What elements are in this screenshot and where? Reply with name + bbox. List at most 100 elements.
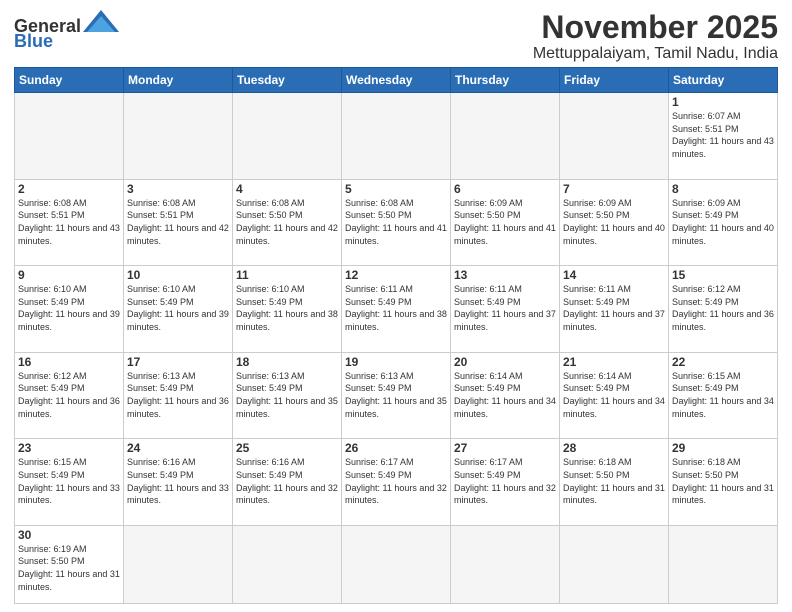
- day-info: Sunrise: 6:15 AMSunset: 5:49 PMDaylight:…: [18, 456, 120, 506]
- day-info: Sunrise: 6:19 AMSunset: 5:50 PMDaylight:…: [18, 543, 120, 593]
- calendar-cell: 3Sunrise: 6:08 AMSunset: 5:51 PMDaylight…: [124, 179, 233, 266]
- calendar-week-row: 16Sunrise: 6:12 AMSunset: 5:49 PMDayligh…: [15, 352, 778, 439]
- day-number: 27: [454, 441, 556, 455]
- day-info: Sunrise: 6:10 AMSunset: 5:49 PMDaylight:…: [127, 283, 229, 333]
- day-info: Sunrise: 6:11 AMSunset: 5:49 PMDaylight:…: [563, 283, 665, 333]
- col-saturday: Saturday: [669, 68, 778, 93]
- header: General Blue November 2025 Mettuppalaiya…: [14, 10, 778, 63]
- day-number: 4: [236, 182, 338, 196]
- calendar-cell: [560, 93, 669, 180]
- day-info: Sunrise: 6:16 AMSunset: 5:49 PMDaylight:…: [127, 456, 229, 506]
- col-thursday: Thursday: [451, 68, 560, 93]
- calendar-cell: 6Sunrise: 6:09 AMSunset: 5:50 PMDaylight…: [451, 179, 560, 266]
- day-number: 23: [18, 441, 120, 455]
- calendar-cell: 25Sunrise: 6:16 AMSunset: 5:49 PMDayligh…: [233, 439, 342, 526]
- calendar-cell: [560, 525, 669, 603]
- logo: General Blue: [14, 10, 119, 52]
- calendar-cell: 12Sunrise: 6:11 AMSunset: 5:49 PMDayligh…: [342, 266, 451, 353]
- logo-blue-text: Blue: [14, 31, 53, 52]
- calendar-cell: [124, 93, 233, 180]
- calendar-cell: 27Sunrise: 6:17 AMSunset: 5:49 PMDayligh…: [451, 439, 560, 526]
- day-info: Sunrise: 6:18 AMSunset: 5:50 PMDaylight:…: [672, 456, 774, 506]
- page: General Blue November 2025 Mettuppalaiya…: [0, 0, 792, 612]
- calendar-cell: 30Sunrise: 6:19 AMSunset: 5:50 PMDayligh…: [15, 525, 124, 603]
- col-wednesday: Wednesday: [342, 68, 451, 93]
- calendar-cell: 14Sunrise: 6:11 AMSunset: 5:49 PMDayligh…: [560, 266, 669, 353]
- day-number: 21: [563, 355, 665, 369]
- day-number: 14: [563, 268, 665, 282]
- calendar-header-row: Sunday Monday Tuesday Wednesday Thursday…: [15, 68, 778, 93]
- col-sunday: Sunday: [15, 68, 124, 93]
- day-info: Sunrise: 6:14 AMSunset: 5:49 PMDaylight:…: [563, 370, 665, 420]
- day-info: Sunrise: 6:09 AMSunset: 5:49 PMDaylight:…: [672, 197, 774, 247]
- day-info: Sunrise: 6:10 AMSunset: 5:49 PMDaylight:…: [18, 283, 120, 333]
- day-number: 24: [127, 441, 229, 455]
- day-info: Sunrise: 6:08 AMSunset: 5:51 PMDaylight:…: [127, 197, 229, 247]
- calendar-cell: 18Sunrise: 6:13 AMSunset: 5:49 PMDayligh…: [233, 352, 342, 439]
- day-number: 20: [454, 355, 556, 369]
- day-number: 3: [127, 182, 229, 196]
- day-info: Sunrise: 6:11 AMSunset: 5:49 PMDaylight:…: [454, 283, 556, 333]
- day-info: Sunrise: 6:11 AMSunset: 5:49 PMDaylight:…: [345, 283, 447, 333]
- day-number: 22: [672, 355, 774, 369]
- day-info: Sunrise: 6:14 AMSunset: 5:49 PMDaylight:…: [454, 370, 556, 420]
- calendar-cell: [342, 525, 451, 603]
- calendar-cell: 19Sunrise: 6:13 AMSunset: 5:49 PMDayligh…: [342, 352, 451, 439]
- calendar-week-row: 2Sunrise: 6:08 AMSunset: 5:51 PMDaylight…: [15, 179, 778, 266]
- day-info: Sunrise: 6:10 AMSunset: 5:49 PMDaylight:…: [236, 283, 338, 333]
- day-number: 26: [345, 441, 447, 455]
- day-info: Sunrise: 6:15 AMSunset: 5:49 PMDaylight:…: [672, 370, 774, 420]
- col-tuesday: Tuesday: [233, 68, 342, 93]
- day-number: 13: [454, 268, 556, 282]
- day-number: 2: [18, 182, 120, 196]
- calendar-cell: 10Sunrise: 6:10 AMSunset: 5:49 PMDayligh…: [124, 266, 233, 353]
- calendar-cell: [451, 525, 560, 603]
- calendar-cell: 28Sunrise: 6:18 AMSunset: 5:50 PMDayligh…: [560, 439, 669, 526]
- calendar-week-row: 23Sunrise: 6:15 AMSunset: 5:49 PMDayligh…: [15, 439, 778, 526]
- day-info: Sunrise: 6:08 AMSunset: 5:50 PMDaylight:…: [236, 197, 338, 247]
- col-friday: Friday: [560, 68, 669, 93]
- day-info: Sunrise: 6:12 AMSunset: 5:49 PMDaylight:…: [672, 283, 774, 333]
- day-info: Sunrise: 6:09 AMSunset: 5:50 PMDaylight:…: [454, 197, 556, 247]
- day-number: 17: [127, 355, 229, 369]
- day-number: 1: [672, 95, 774, 109]
- calendar-cell: 5Sunrise: 6:08 AMSunset: 5:50 PMDaylight…: [342, 179, 451, 266]
- calendar-cell: 8Sunrise: 6:09 AMSunset: 5:49 PMDaylight…: [669, 179, 778, 266]
- day-number: 8: [672, 182, 774, 196]
- calendar-table: Sunday Monday Tuesday Wednesday Thursday…: [14, 67, 778, 604]
- calendar-cell: 17Sunrise: 6:13 AMSunset: 5:49 PMDayligh…: [124, 352, 233, 439]
- day-number: 29: [672, 441, 774, 455]
- day-number: 19: [345, 355, 447, 369]
- day-info: Sunrise: 6:09 AMSunset: 5:50 PMDaylight:…: [563, 197, 665, 247]
- title-block: November 2025 Mettuppalaiyam, Tamil Nadu…: [533, 10, 778, 63]
- day-number: 7: [563, 182, 665, 196]
- day-info: Sunrise: 6:12 AMSunset: 5:49 PMDaylight:…: [18, 370, 120, 420]
- calendar-cell: 4Sunrise: 6:08 AMSunset: 5:50 PMDaylight…: [233, 179, 342, 266]
- calendar-cell: 9Sunrise: 6:10 AMSunset: 5:49 PMDaylight…: [15, 266, 124, 353]
- calendar-cell: [451, 93, 560, 180]
- calendar-cell: 24Sunrise: 6:16 AMSunset: 5:49 PMDayligh…: [124, 439, 233, 526]
- calendar-cell: 29Sunrise: 6:18 AMSunset: 5:50 PMDayligh…: [669, 439, 778, 526]
- calendar-cell: 2Sunrise: 6:08 AMSunset: 5:51 PMDaylight…: [15, 179, 124, 266]
- calendar-cell: 16Sunrise: 6:12 AMSunset: 5:49 PMDayligh…: [15, 352, 124, 439]
- day-number: 15: [672, 268, 774, 282]
- calendar-cell: [233, 525, 342, 603]
- day-info: Sunrise: 6:17 AMSunset: 5:49 PMDaylight:…: [454, 456, 556, 506]
- calendar-cell: [124, 525, 233, 603]
- day-number: 25: [236, 441, 338, 455]
- calendar-cell: 26Sunrise: 6:17 AMSunset: 5:49 PMDayligh…: [342, 439, 451, 526]
- day-number: 16: [18, 355, 120, 369]
- day-number: 5: [345, 182, 447, 196]
- calendar-week-row: 1Sunrise: 6:07 AMSunset: 5:51 PMDaylight…: [15, 93, 778, 180]
- day-info: Sunrise: 6:17 AMSunset: 5:49 PMDaylight:…: [345, 456, 447, 506]
- day-number: 18: [236, 355, 338, 369]
- day-info: Sunrise: 6:13 AMSunset: 5:49 PMDaylight:…: [127, 370, 229, 420]
- day-info: Sunrise: 6:13 AMSunset: 5:49 PMDaylight:…: [236, 370, 338, 420]
- calendar-cell: 1Sunrise: 6:07 AMSunset: 5:51 PMDaylight…: [669, 93, 778, 180]
- logo-icon: [83, 10, 119, 32]
- calendar-cell: 11Sunrise: 6:10 AMSunset: 5:49 PMDayligh…: [233, 266, 342, 353]
- day-number: 10: [127, 268, 229, 282]
- day-number: 11: [236, 268, 338, 282]
- day-info: Sunrise: 6:08 AMSunset: 5:51 PMDaylight:…: [18, 197, 120, 247]
- day-number: 12: [345, 268, 447, 282]
